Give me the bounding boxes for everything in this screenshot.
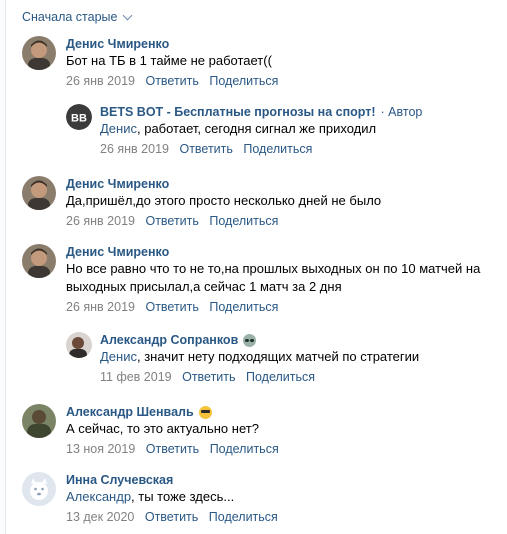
reply-button[interactable]: Ответить [182,370,235,384]
comment-text: Александр, ты тоже здесь... [66,489,235,504]
comment-meta: 26 янв 2019 Ответить Поделиться [66,72,278,90]
comment-meta: 11 фев 2019 Ответить Поделиться [100,368,419,386]
comment-date[interactable]: 13 дек 2020 [66,510,134,524]
comment: Денис Чмиренко Но все равно что то не то… [22,244,480,316]
share-button[interactable]: Поделиться [209,300,278,314]
comment: Александр Шенваль А сейчас, то это актуа… [22,404,279,458]
chevron-down-icon [123,10,133,20]
comment: Инна Случевская Александр, ты тоже здесь… [22,472,278,526]
comment-author[interactable]: Денис Чмиренко [66,36,169,52]
comment-author[interactable]: Александр Шенваль [66,404,212,420]
comment: Денис Чмиренко Да,пришёл,до этого просто… [22,176,381,230]
comment-date[interactable]: 26 янв 2019 [66,300,135,314]
comment-author[interactable]: Инна Случевская [66,472,173,488]
sunglasses-icon [198,405,212,419]
sort-order-label: Сначала старые [22,10,118,24]
reply-button[interactable]: Ответить [146,442,199,456]
comment-date[interactable]: 26 янв 2019 [66,74,135,88]
avatar[interactable] [22,244,56,278]
reply-mention[interactable]: Денис [100,349,137,364]
share-button[interactable]: Поделиться [246,370,315,384]
avatar[interactable] [22,404,56,438]
comment-meta: 26 янв 2019 Ответить Поделиться [100,140,422,158]
reply-button[interactable]: Ответить [179,142,232,156]
share-button[interactable]: Поделиться [243,142,312,156]
reply-mention[interactable]: Александр [66,489,131,504]
reply-button[interactable]: Ответить [145,74,198,88]
comment-author[interactable]: Александр Сопранков [100,332,257,348]
avatar[interactable] [66,332,92,358]
comment-text: Денис, работает, сегодня сигнал же прихо… [100,121,377,136]
comment-text: Денис, значит нету подходящих матчей по … [100,349,420,364]
comment-reply: Александр Сопранков Денис, значит нету п… [66,332,419,386]
share-button[interactable]: Поделиться [209,74,278,88]
avatar[interactable]: BB [66,104,92,130]
comment-author[interactable]: Денис Чмиренко [66,176,169,192]
comment-text: Но все равно что то не то,на прошлых вых… [66,261,481,294]
comment-text: Бот на ТБ в 1 тайме не работает(( [66,53,272,68]
share-button[interactable]: Поделиться [209,214,278,228]
comment-date[interactable]: 26 янв 2019 [66,214,135,228]
comment-date[interactable]: 11 фев 2019 [100,370,172,384]
comment-meta: 26 янв 2019 Ответить Поделиться [66,212,381,230]
comment-date[interactable]: 13 ноя 2019 [66,442,135,456]
comment-date[interactable]: 26 янв 2019 [100,142,169,156]
share-button[interactable]: Поделиться [209,510,278,524]
author-badge: · Автор [380,105,423,119]
sort-order-dropdown[interactable]: Сначала старые [22,8,133,26]
alien-icon [243,333,257,347]
left-edge-strip [0,0,6,534]
reply-button[interactable]: Ответить [145,300,198,314]
comment-text: Да,пришёл,до этого просто несколько дней… [66,193,382,208]
reply-button[interactable]: Ответить [145,510,198,524]
comment-reply: BB BETS BOT - Бесплатные прогнозы на спо… [66,104,422,158]
reply-button[interactable]: Ответить [145,214,198,228]
comment-meta: 13 дек 2020 Ответить Поделиться [66,508,278,526]
avatar[interactable] [22,36,56,70]
share-button[interactable]: Поделиться [210,442,279,456]
comment-meta: 13 ноя 2019 Ответить Поделиться [66,440,279,458]
svg-text:BB: BB [71,113,87,125]
comment: Денис Чмиренко Бот на ТБ в 1 тайме не ра… [22,36,278,90]
comment-author[interactable]: Денис Чмиренко [66,244,169,260]
reply-mention[interactable]: Денис [100,121,137,136]
comment-author[interactable]: BETS BOT - Бесплатные прогнозы на спорт!… [100,104,422,120]
avatar[interactable] [22,176,56,210]
comment-text: А сейчас, то это актуально нет? [66,421,259,436]
comment-meta: 26 янв 2019 Ответить Поделиться [66,298,480,316]
avatar[interactable] [22,472,56,506]
